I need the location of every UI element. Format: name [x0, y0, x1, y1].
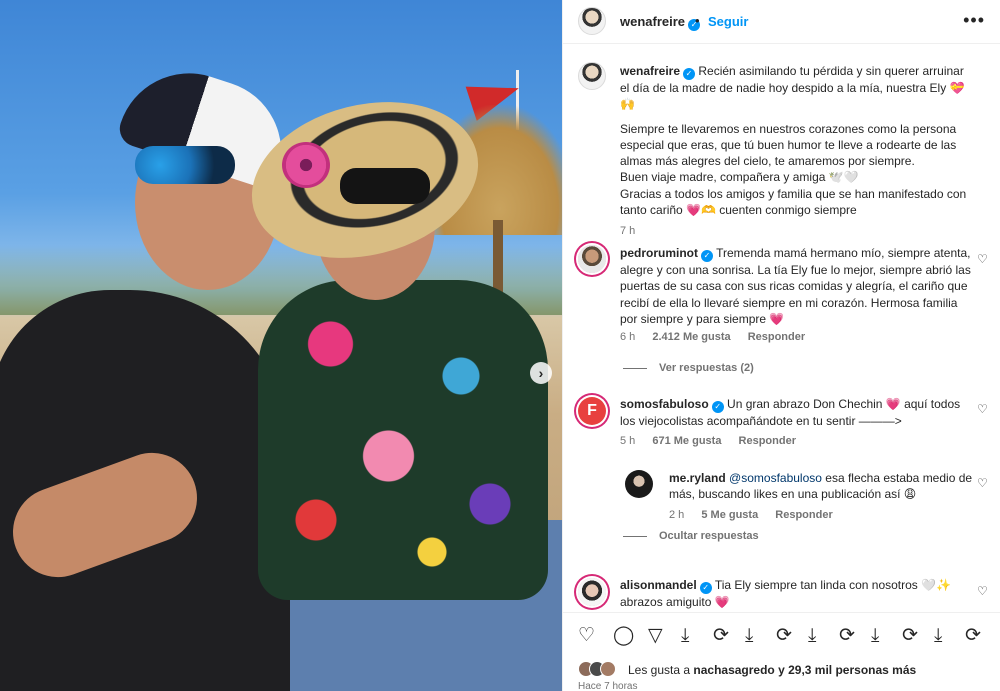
carousel-next-button[interactable]: › — [530, 362, 552, 384]
verified-icon: ✓ — [701, 250, 713, 262]
woman-sunglasses — [340, 168, 430, 204]
save-icon[interactable]: ⤓ — [681, 625, 689, 647]
liker-avatar — [600, 661, 616, 677]
reply-button[interactable]: Responder — [739, 435, 796, 447]
reply-comment: me.ryland @somosfabuloso esa flecha esta… — [669, 470, 975, 503]
hat-flower — [282, 142, 330, 188]
comment-avatar[interactable] — [578, 578, 606, 606]
comment-like-heart-icon[interactable]: ♡ — [977, 252, 988, 266]
reply-reply-button[interactable]: Responder — [775, 509, 832, 521]
comment-time: 5 h — [620, 435, 636, 447]
comment-author[interactable]: pedroruminot — [620, 246, 698, 260]
repost-icon[interactable]: ⟳ — [839, 625, 855, 647]
hide-replies-button[interactable]: Ocultar respuestas — [623, 530, 759, 542]
somos-logo-icon: F — [587, 402, 597, 419]
hide-replies-label[interactable]: Ocultar respuestas — [659, 530, 759, 542]
comment-likes[interactable]: 671 Me gusta — [652, 435, 721, 447]
likes-suffix[interactable]: y 29,3 mil personas más — [775, 663, 916, 677]
post-panel: wenafreire ✓ • Seguir ••• wenafreire ✓ Rec… — [562, 0, 1000, 691]
author-avatar[interactable] — [578, 7, 606, 35]
save-icon[interactable]: ⤓ — [745, 625, 753, 647]
comment-time: 6 h — [620, 331, 636, 343]
caption-line-3: Buen viaje madre, compañera y amiga 🕊️🤍 — [620, 170, 859, 185]
repost-icon[interactable]: ⟳ — [713, 625, 729, 647]
comment: alisonmandel ✓ Tia Ely siempre tan linda … — [620, 577, 975, 610]
caption-avatar[interactable] — [578, 62, 606, 90]
comment-avatar[interactable]: F — [578, 397, 606, 425]
separator-dot: • — [695, 13, 700, 28]
caption-author[interactable]: wenafreire — [620, 64, 680, 78]
post-caption: wenafreire ✓ Recién asimilando tu pérdida… — [620, 63, 975, 240]
author-username[interactable]: wenafreire ✓ — [620, 14, 701, 31]
comment-author[interactable]: alisonmandel — [620, 578, 697, 592]
verified-icon: ✓ — [683, 68, 696, 80]
repost-icon[interactable]: ⟳ — [776, 625, 792, 647]
reply-avatar[interactable] — [625, 470, 653, 498]
repost-icon[interactable]: ⟳ — [902, 625, 918, 647]
comment-meta: 5 h 671 Me gusta Responder — [620, 435, 810, 447]
man-sunglasses — [135, 146, 235, 184]
caption-line-4: Gracias a todos los amigos y familia que… — [620, 186, 967, 218]
comment: somosfabuloso ✓ Un gran abrazo Don Chechi… — [620, 396, 975, 429]
reply-like-heart-icon[interactable]: ♡ — [977, 476, 988, 490]
post-header: wenafreire ✓ • Seguir ••• — [563, 0, 1000, 44]
save-icon[interactable]: ⤓ — [808, 625, 816, 647]
comment-avatar[interactable] — [578, 245, 606, 273]
share-icon[interactable]: ▽ — [648, 625, 663, 647]
save-icon[interactable]: ⤓ — [871, 625, 879, 647]
comment-like-heart-icon[interactable]: ♡ — [977, 584, 988, 598]
author-username-text[interactable]: wenafreire — [620, 14, 685, 29]
heart-icon[interactable]: ♡ — [578, 625, 595, 647]
post-photo[interactable]: › — [0, 0, 562, 691]
post-actions-bar: ♡ ◯ ▽ ⤓ ⟳ ⤓ ⟳ ⤓ ⟳ ⤓ ⟳ ⤓ ⟳ — [563, 612, 1000, 658]
reply-mention[interactable]: @somosfabuloso — [729, 471, 822, 485]
caption-line-2: Siempre te llevaremos en nuestros corazo… — [620, 121, 957, 169]
likes-user[interactable]: nachasagredo — [693, 663, 774, 677]
follow-button[interactable]: Seguir — [708, 14, 748, 29]
reply-button[interactable]: Responder — [748, 331, 805, 343]
more-options-icon[interactable]: ••• — [963, 10, 985, 31]
comment-likes[interactable]: 2.412 Me gusta — [652, 331, 730, 343]
view-replies-label[interactable]: Ver respuestas (2) — [659, 362, 754, 374]
comment-author[interactable]: somosfabuloso — [620, 397, 709, 411]
comment: pedroruminot ✓ Tremenda mamá hermano mío,… — [620, 245, 975, 327]
comment-like-heart-icon[interactable]: ♡ — [977, 402, 988, 416]
comment-icon[interactable]: ◯ — [613, 625, 634, 647]
caption-time: 7 h — [620, 225, 636, 238]
post-time-ago: Hace 7 horas — [578, 681, 638, 691]
repost-icon[interactable]: ⟳ — [965, 625, 981, 647]
reply-meta: 2 h 5 Me gusta Responder — [669, 509, 847, 521]
woman-floral-jacket — [258, 280, 548, 600]
view-replies-button[interactable]: Ver respuestas (2) — [623, 362, 754, 374]
reply-author[interactable]: me.ryland — [669, 471, 726, 485]
verified-icon: ✓ — [699, 582, 712, 594]
verified-icon: ✓ — [711, 401, 724, 413]
comment-meta: 6 h 2.412 Me gusta Responder — [620, 331, 819, 343]
likes-prefix: Les gusta a — [628, 663, 694, 677]
save-icon[interactable]: ⤓ — [934, 625, 942, 647]
reply-likes[interactable]: 5 Me gusta — [701, 509, 758, 521]
reply-time: 2 h — [669, 509, 685, 521]
